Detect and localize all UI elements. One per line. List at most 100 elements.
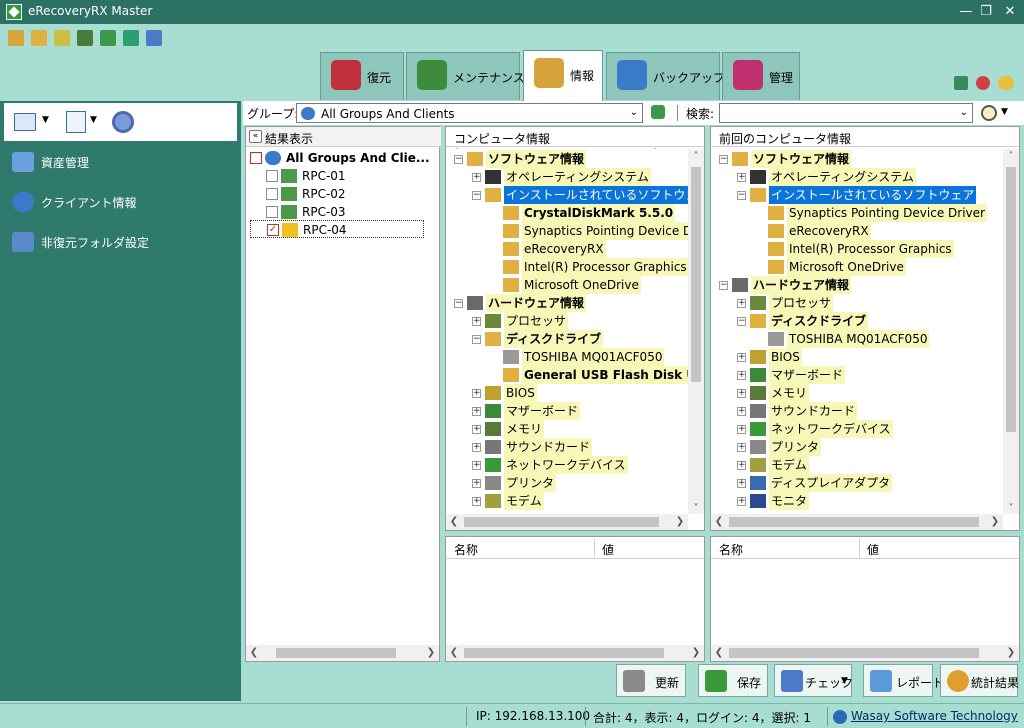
collapse-icon[interactable]: −: [719, 155, 728, 164]
expand-icon[interactable]: +: [472, 173, 481, 182]
scroll-left-icon[interactable]: ❮: [446, 647, 462, 658]
tree-software-item[interactable]: Intel(R) Processor Graphics: [711, 240, 1003, 258]
tree-installed-software[interactable]: − インストールされているソフトウェア: [446, 186, 688, 204]
tree-disk-drive[interactable]: − ディスクドライブ: [711, 312, 1003, 330]
company-link[interactable]: Wasay Software Technology: [851, 709, 1018, 723]
scroll-thumb[interactable]: [1006, 167, 1016, 432]
tree-software-item[interactable]: Microsoft OneDrive: [711, 258, 1003, 276]
tree-hardware-info[interactable]: − ハードウェア情報: [446, 294, 688, 312]
tree-operating-system[interactable]: + オペレーティングシステム: [711, 168, 1003, 186]
tree-processor[interactable]: + プロセッサ: [711, 294, 1003, 312]
tree-memory[interactable]: + メモリ: [446, 420, 688, 438]
quick-tool-5-icon[interactable]: [100, 30, 116, 46]
scroll-thumb[interactable]: [464, 517, 659, 527]
scroll-right-icon[interactable]: ❯: [423, 647, 439, 658]
quick-tool-6-icon[interactable]: [123, 30, 139, 46]
tree-motherboard[interactable]: + マザーボード: [446, 402, 688, 420]
close-button[interactable]: ✕: [996, 0, 1024, 24]
search-input[interactable]: ⌄: [719, 103, 973, 123]
results-hscroll[interactable]: ❮ ❯: [246, 645, 439, 661]
search-icon[interactable]: [981, 105, 997, 121]
save-button[interactable]: 保存: [698, 664, 768, 697]
group-select[interactable]: All Groups And Clients ⌄: [296, 103, 643, 123]
expand-icon[interactable]: +: [472, 425, 481, 434]
scroll-down-icon[interactable]: ˅: [1003, 503, 1019, 514]
collapse-panel-icon[interactable]: «: [249, 130, 262, 143]
quick-tool-7-icon[interactable]: [146, 30, 162, 46]
tree-software-item[interactable]: Synaptics Pointing Device Driver: [711, 204, 1003, 222]
expand-icon[interactable]: +: [737, 371, 746, 380]
computer-info-vscroll[interactable]: ˄ ˅: [688, 149, 704, 514]
tree-software-info[interactable]: − ソフトウェア情報: [446, 150, 688, 168]
tab-restore[interactable]: 復元: [320, 52, 404, 100]
collapse-icon[interactable]: −: [454, 299, 463, 308]
client-checkbox[interactable]: [266, 188, 278, 200]
scroll-left-icon[interactable]: ❮: [711, 647, 727, 658]
tree-modem[interactable]: + モデム: [711, 456, 1003, 474]
edit-dropdown-icon[interactable]: ▼: [90, 115, 97, 125]
refresh-group-icon[interactable]: [651, 105, 665, 119]
scroll-thumb[interactable]: [729, 648, 979, 658]
previous-info-vscroll[interactable]: ˄ ˅: [1003, 149, 1019, 514]
network-icon[interactable]: [954, 76, 968, 90]
scroll-left-icon[interactable]: ❮: [711, 516, 727, 527]
nav-client-info[interactable]: クライアント情報: [12, 190, 232, 214]
tree-software-item[interactable]: Intel(R) Processor Graphics: [446, 258, 688, 276]
expand-icon[interactable]: +: [472, 317, 481, 326]
tree-installed-software[interactable]: − インストールされているソフトウェア: [711, 186, 1003, 204]
column-value[interactable]: 値: [867, 541, 879, 558]
collapse-icon[interactable]: −: [472, 191, 481, 200]
tree-disk-item[interactable]: TOSHIBA MQ01ACF050: [446, 348, 688, 366]
view-grid-icon[interactable]: [14, 113, 36, 131]
tree-software-item[interactable]: CrystalDiskMark 5.5.0: [446, 204, 688, 222]
tree-printer[interactable]: + プリンタ: [446, 474, 688, 492]
expand-icon[interactable]: +: [737, 389, 746, 398]
grid-hscroll[interactable]: ❮ ❯: [711, 645, 1019, 661]
tree-sound-card[interactable]: + サウンドカード: [711, 402, 1003, 420]
expand-icon[interactable]: +: [737, 461, 746, 470]
expand-icon[interactable]: +: [737, 425, 746, 434]
expand-icon[interactable]: +: [472, 389, 481, 398]
collapse-icon[interactable]: −: [737, 191, 746, 200]
tree-software-item[interactable]: eRecoveryRX: [711, 222, 1003, 240]
tab-maintenance[interactable]: メンテナンス: [406, 52, 525, 100]
column-separator[interactable]: [859, 539, 860, 557]
scroll-up-icon[interactable]: ˄: [1003, 151, 1019, 162]
scroll-right-icon[interactable]: ❯: [672, 516, 688, 527]
root-checkbox[interactable]: [250, 152, 262, 164]
collapse-icon[interactable]: −: [719, 281, 728, 290]
tree-hardware-info[interactable]: − ハードウェア情報: [711, 276, 1003, 294]
tree-monitor[interactable]: + モニタ: [711, 492, 1003, 510]
tree-operating-system[interactable]: + オペレーティングシステム: [446, 168, 688, 186]
tree-disk-item[interactable]: General USB Flash Disk USB De: [446, 366, 688, 384]
quick-tool-3-icon[interactable]: [54, 30, 70, 46]
tree-sound-card[interactable]: + サウンドカード: [446, 438, 688, 456]
tree-software-item[interactable]: eRecoveryRX: [446, 240, 688, 258]
tree-display-adapter[interactable]: + ディスプレイアダプタ: [711, 474, 1003, 492]
scroll-left-icon[interactable]: ❮: [446, 516, 462, 527]
tree-network-device[interactable]: + ネットワークデバイス: [446, 456, 688, 474]
computer-info-hscroll[interactable]: ❮ ❯: [446, 514, 688, 530]
refresh-button[interactable]: 更新: [616, 664, 686, 697]
collapse-icon[interactable]: −: [737, 317, 746, 326]
gear-icon[interactable]: [112, 111, 134, 133]
column-name[interactable]: 名称: [454, 541, 478, 558]
tree-bios[interactable]: + BIOS: [446, 384, 688, 402]
scroll-down-icon[interactable]: ˅: [688, 503, 704, 514]
help-icon[interactable]: [976, 76, 990, 90]
previous-info-hscroll[interactable]: ❮ ❯: [711, 514, 1003, 530]
expand-icon[interactable]: +: [472, 407, 481, 416]
expand-icon[interactable]: +: [737, 407, 746, 416]
expand-icon[interactable]: +: [472, 443, 481, 452]
report-button[interactable]: レポート: [863, 664, 944, 697]
tree-software-item[interactable]: Synaptics Pointing Device Driv: [446, 222, 688, 240]
nav-folder-settings[interactable]: 非復元フォルダ設定: [12, 230, 232, 254]
tree-memory[interactable]: + メモリ: [711, 384, 1003, 402]
scroll-up-icon[interactable]: ˄: [688, 151, 704, 162]
tree-bios[interactable]: + BIOS: [711, 348, 1003, 366]
tree-printer[interactable]: + プリンタ: [711, 438, 1003, 456]
client-checkbox[interactable]: [266, 170, 278, 182]
scroll-thumb[interactable]: [729, 517, 979, 527]
tree-modem[interactable]: + モデム: [446, 492, 688, 510]
quick-tool-1-icon[interactable]: [8, 30, 24, 46]
